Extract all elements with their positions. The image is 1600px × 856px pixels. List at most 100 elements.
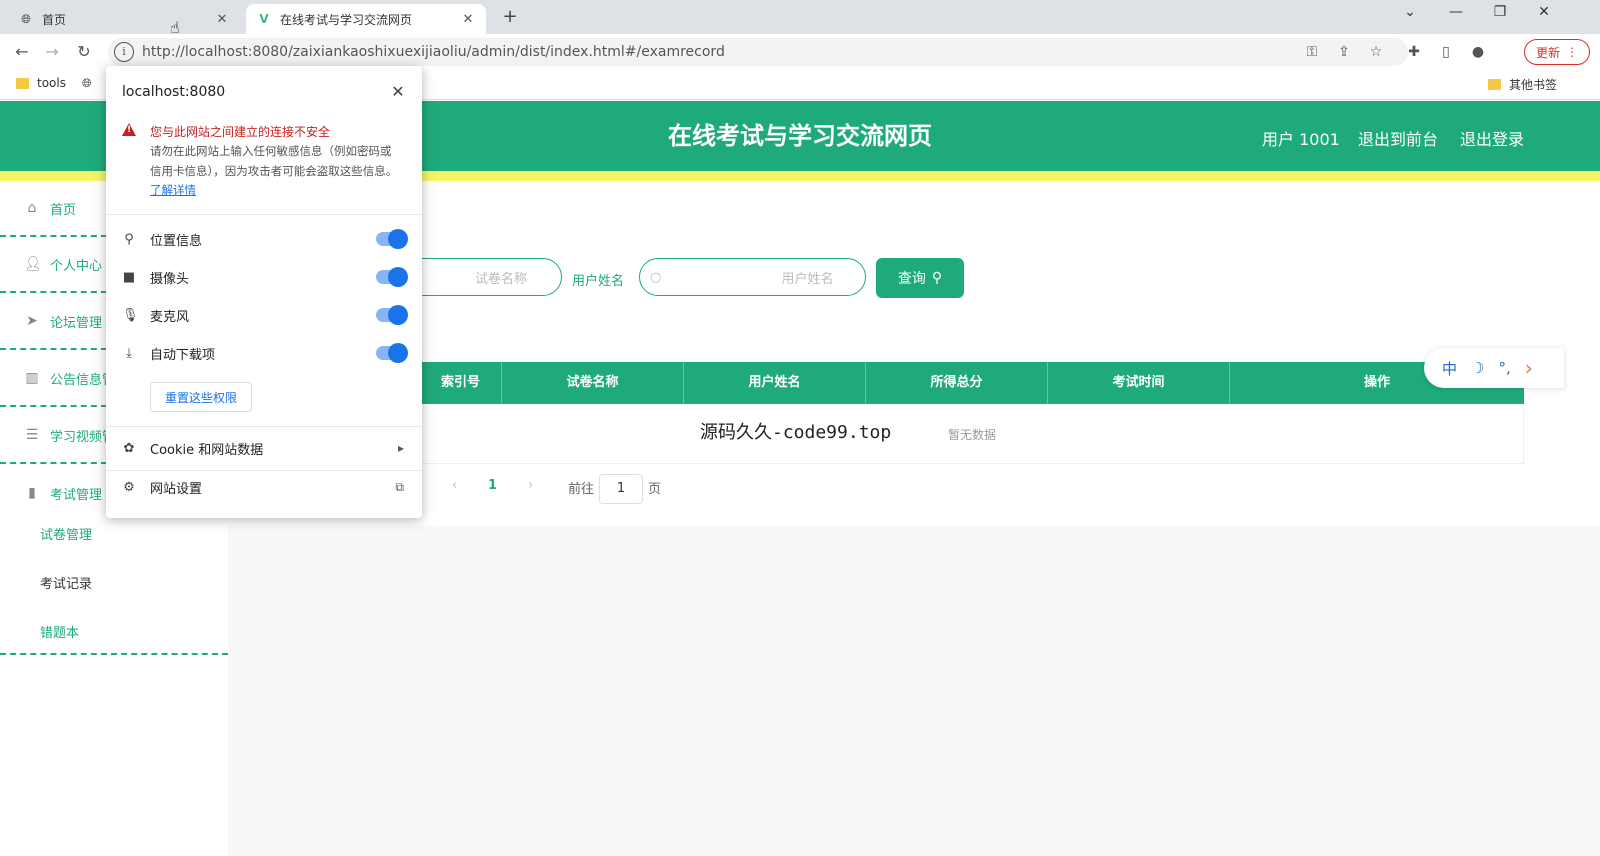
sidebar-subitem-wrong-questions[interactable]: 错题本 bbox=[40, 622, 79, 641]
user-icon: 👤︎ bbox=[24, 256, 42, 272]
column-header: 所得总分 bbox=[866, 362, 1048, 404]
back-arrow-icon[interactable]: ← bbox=[10, 40, 34, 64]
other-bookmarks[interactable]: 其他书签 bbox=[1488, 76, 1557, 93]
user-name-input[interactable]: ○ 用户姓名 bbox=[639, 258, 866, 296]
microphone-toggle[interactable] bbox=[376, 305, 408, 325]
downloads-toggle[interactable] bbox=[376, 343, 408, 363]
query-button[interactable]: 查询 ⚲ bbox=[876, 258, 964, 298]
sidebar-item-label: 考试管理 bbox=[50, 487, 103, 503]
reload-icon[interactable]: ↻ bbox=[72, 40, 96, 64]
window-close-icon[interactable]: ✕ bbox=[1524, 4, 1564, 28]
chevron-right-icon[interactable]: › bbox=[1525, 356, 1533, 380]
table-header: 索引号 试卷名称 用户姓名 所得总分 考试时间 操作 bbox=[420, 362, 1524, 404]
paper-name-input[interactable]: 试卷名称 bbox=[400, 258, 562, 296]
profile-icon[interactable]: ● bbox=[1468, 42, 1488, 62]
external-link-icon: ⧉ bbox=[395, 479, 404, 494]
download-icon: ⤓ bbox=[126, 345, 132, 361]
permission-label: 位置信息 bbox=[150, 233, 203, 249]
globe-icon: 🌐︎ bbox=[21, 11, 31, 26]
globe-icon: 🌐︎ bbox=[82, 76, 92, 90]
notice-icon: ▥ bbox=[25, 370, 39, 386]
sliders-icon: ☰ bbox=[25, 427, 39, 443]
page-suffix: 页 bbox=[648, 482, 662, 497]
location-toggle[interactable] bbox=[376, 229, 408, 249]
paper-name-placeholder: 试卷名称 bbox=[474, 271, 527, 287]
language-toggle[interactable]: 中 bbox=[1442, 358, 1457, 379]
camera-icon: ■ bbox=[122, 269, 136, 285]
star-icon[interactable]: ☆ bbox=[1366, 42, 1386, 62]
location-pin-icon: ⚲ bbox=[124, 231, 134, 247]
empty-text: 暂无数据 bbox=[947, 428, 996, 442]
info-icon[interactable]: i bbox=[114, 42, 134, 62]
sidebar-item-label: 个人中心 bbox=[50, 258, 103, 274]
goto-label: 前往 bbox=[568, 482, 595, 497]
tab-home[interactable]: 🌐︎ 首页 ✕ bbox=[8, 4, 240, 34]
next-page-icon[interactable]: › bbox=[528, 478, 533, 493]
goto-page-input[interactable]: 1 bbox=[599, 474, 643, 504]
warning-title: 您与此网站之间建立的连接不安全 bbox=[150, 125, 331, 139]
search-icon: ⚲ bbox=[931, 270, 943, 286]
side-panel-icon[interactable]: ▯ bbox=[1436, 42, 1456, 62]
permission-label: 自动下载项 bbox=[150, 347, 216, 363]
gear-icon: ⚙ bbox=[123, 479, 135, 495]
cookie-row[interactable]: ✿ Cookie 和网站数据 ▸ bbox=[122, 436, 406, 460]
restore-icon[interactable]: ❐ bbox=[1480, 4, 1520, 28]
page-number[interactable]: 1 bbox=[488, 478, 497, 493]
permission-microphone: 🎙︎ 麦克风 bbox=[122, 303, 408, 327]
moon-icon[interactable]: ☽ bbox=[1471, 359, 1484, 377]
minimize-icon[interactable]: — bbox=[1436, 4, 1476, 28]
vue-icon: V bbox=[259, 12, 269, 26]
camera-toggle[interactable] bbox=[376, 267, 408, 287]
close-icon[interactable]: ✕ bbox=[460, 12, 476, 27]
tab-title: 首页 bbox=[42, 12, 67, 27]
reset-permissions-button[interactable]: 重置这些权限 bbox=[150, 382, 252, 412]
learn-more-link[interactable]: 了解详情 bbox=[150, 183, 196, 197]
user-name-placeholder: 用户姓名 bbox=[781, 271, 834, 287]
column-header: 用户姓名 bbox=[684, 362, 866, 404]
send-icon: ➤ bbox=[26, 313, 38, 329]
permission-label: 麦克风 bbox=[150, 309, 190, 325]
sidebar-subitem-papers[interactable]: 试卷管理 bbox=[40, 524, 92, 543]
current-user[interactable]: 用户 1001 bbox=[1262, 126, 1340, 150]
cookie-icon: ✿ bbox=[123, 440, 135, 456]
tab-exam-site[interactable]: V 在线考试与学习交流网页 ✕ bbox=[246, 4, 486, 34]
close-icon[interactable]: ✕ bbox=[388, 82, 408, 101]
address-bar[interactable]: i http://localhost:8080/zaixiankaoshixue… bbox=[108, 38, 1408, 66]
url-text[interactable]: http://localhost:8080/zaixiankaoshixuexi… bbox=[142, 44, 725, 60]
prev-page-icon[interactable]: ‹ bbox=[452, 478, 457, 493]
bookmark-tools[interactable]: tools bbox=[16, 76, 66, 90]
folder-icon bbox=[16, 77, 29, 89]
sidebar-divider bbox=[0, 653, 228, 655]
bar-chart-icon: ▮ bbox=[28, 485, 36, 501]
logout-link[interactable]: 退出登录 bbox=[1460, 126, 1524, 150]
tab-search-icon[interactable]: ⌄ bbox=[1390, 4, 1430, 28]
permission-downloads: ⤓ 自动下载项 bbox=[122, 341, 408, 365]
cookie-label: Cookie 和网站数据 bbox=[150, 442, 264, 458]
new-tab-button[interactable]: + bbox=[498, 6, 522, 30]
punctuation-icon[interactable]: °, bbox=[1498, 359, 1510, 377]
query-label: 查询 bbox=[897, 271, 926, 287]
extensions-icon[interactable]: ✚ bbox=[1404, 42, 1424, 62]
browser-tab-bar: 🌐︎ 首页 ✕ V 在线考试与学习交流网页 ✕ + ⌄ — ❐ ✕ bbox=[0, 0, 1600, 34]
bookmark-globe[interactable]: 🌐︎ bbox=[82, 76, 92, 91]
warning-body-text: 请勿在此网站上输入任何敏感信息（例如密码或信用卡信息），因为攻击者可能会盗取这些… bbox=[150, 144, 398, 178]
back-to-front-link[interactable]: 退出到前台 bbox=[1358, 126, 1438, 150]
sidebar-subitem-exam-records[interactable]: 考试记录 bbox=[40, 573, 92, 592]
forward-arrow-icon[interactable]: → bbox=[40, 40, 64, 64]
update-button[interactable]: 更新 ⋮ bbox=[1524, 39, 1590, 65]
site-settings-label: 网站设置 bbox=[150, 481, 203, 497]
user-name-label: 用户姓名 bbox=[572, 274, 625, 289]
share-icon[interactable]: ⇪ bbox=[1334, 42, 1354, 62]
overlay-text: 源码久久-code99.top bbox=[700, 422, 892, 443]
warning-icon bbox=[122, 123, 136, 136]
column-header: 考试时间 bbox=[1048, 362, 1230, 404]
key-icon[interactable]: ⚿ bbox=[1302, 42, 1322, 62]
more-vert-icon: ⋮ bbox=[1566, 45, 1578, 59]
site-settings-row[interactable]: ⚙ 网站设置 ⧉ bbox=[122, 475, 406, 499]
bookmark-label: tools bbox=[37, 76, 66, 90]
close-icon[interactable]: ✕ bbox=[214, 12, 230, 27]
popup-host: localhost:8080 bbox=[122, 84, 226, 100]
other-bookmarks-label: 其他书签 bbox=[1509, 78, 1558, 92]
site-info-popup: localhost:8080 ✕ 您与此网站之间建立的连接不安全 请勿在此网站上… bbox=[106, 66, 422, 518]
sidebar-item-label: 论坛管理 bbox=[50, 315, 103, 331]
